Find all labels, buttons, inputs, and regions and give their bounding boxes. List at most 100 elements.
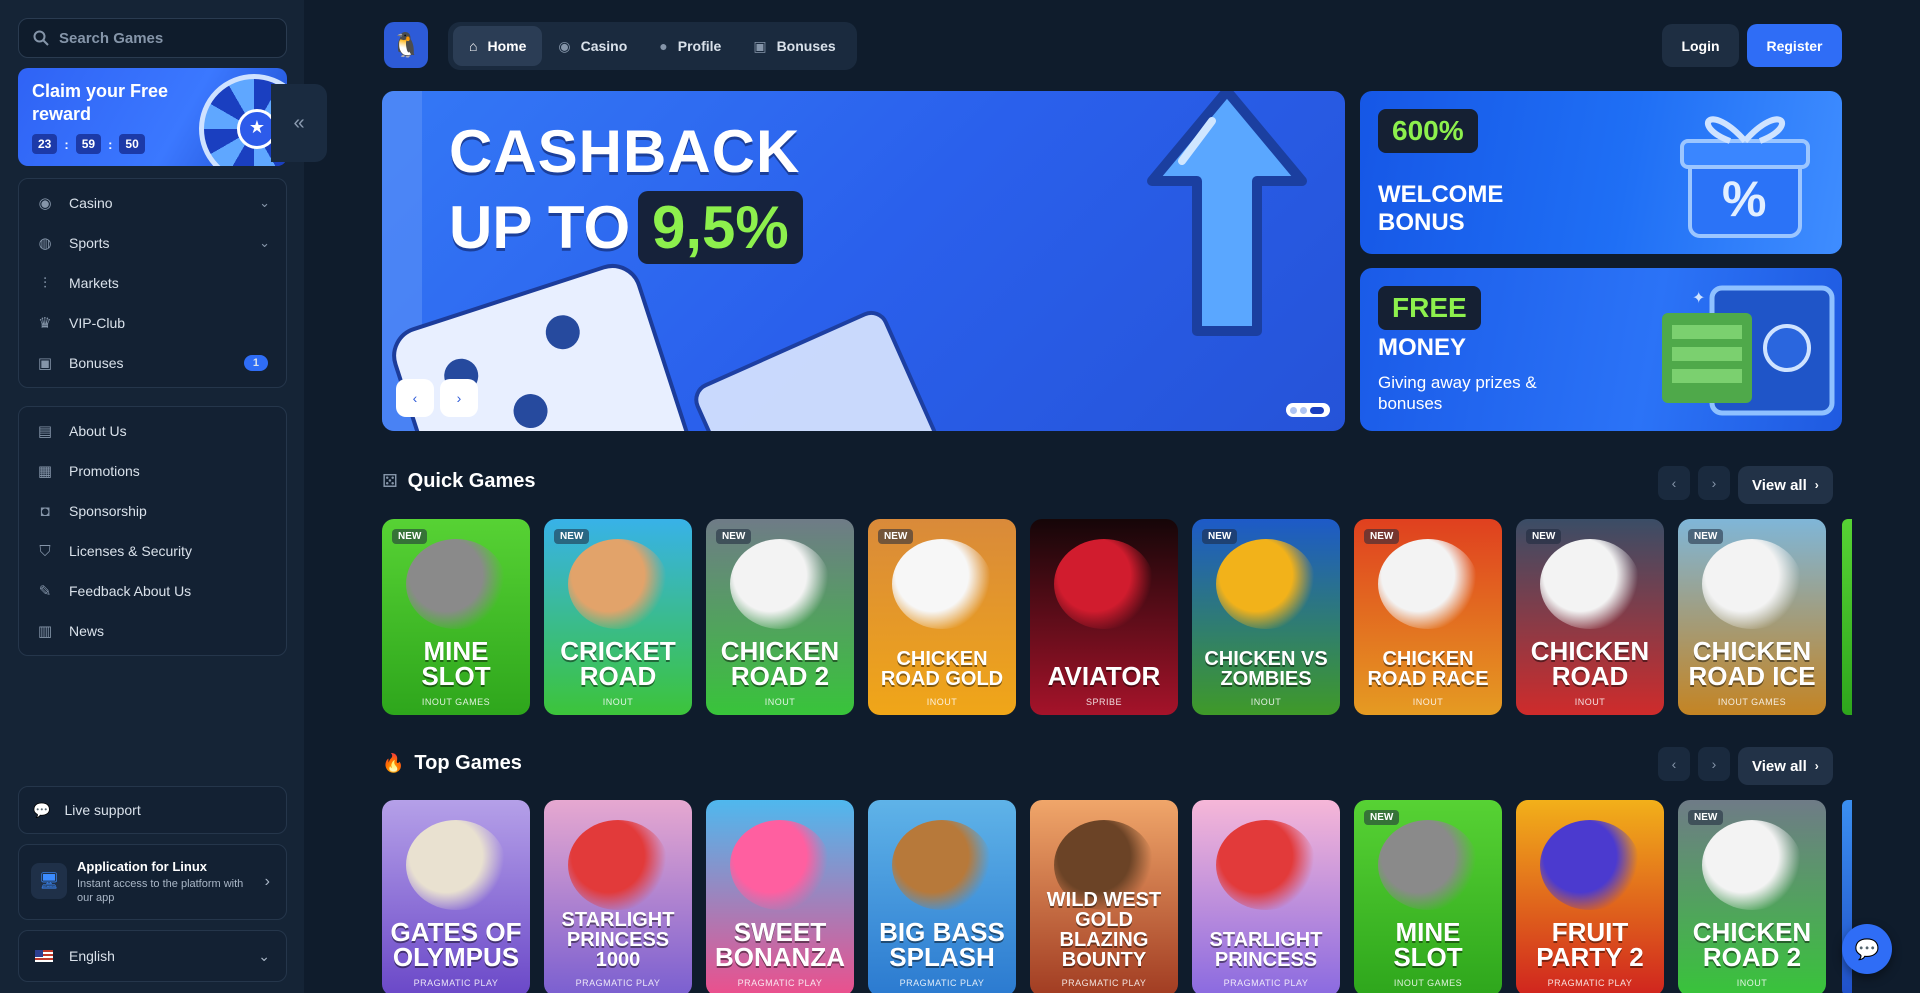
game-card[interactable]: BIG BASS SPLASH PRAGMATIC PLAY [868,800,1016,993]
game-card[interactable]: STARLIGHT PRINCESS 1000 PRAGMATIC PLAY [544,800,692,993]
carousel-prev-button[interactable]: ‹ [396,379,434,417]
game-card[interactable]: NEW CHICKEN ROAD 2 INOUT [1678,800,1826,993]
carousel-dot[interactable] [1290,406,1297,414]
timer-minutes: 59 [75,134,102,154]
promotions-icon: ▦ [37,463,53,480]
carousel-dot-active[interactable] [1310,406,1324,414]
new-badge: NEW [1364,810,1400,825]
game-provider: INOUT [602,697,634,707]
sidebar-item-casino[interactable]: ◉ Casino ⌄ [19,183,286,223]
game-artwork [892,820,992,910]
sidebar-item-label: Casino [69,195,113,211]
quick-games-prev-button[interactable]: ‹ [1658,466,1690,500]
carousel-dots[interactable] [1286,403,1330,417]
welcome-bonus-banner[interactable]: 600% WELCOME BONUS % [1360,91,1842,254]
language-selector[interactable]: English ⌄ [18,930,287,982]
new-badge: NEW [1364,529,1400,544]
carousel-next-button[interactable]: › [440,379,478,417]
live-support-button[interactable]: 💬 Live support [18,786,287,834]
sidebar-item-vip-club[interactable]: ♛ VIP-Club [19,303,286,343]
collapse-sidebar-button[interactable]: « [271,84,327,162]
top-games-next-button[interactable]: › [1698,747,1730,781]
game-title: CHICKEN ROAD 2 [720,636,840,691]
tab-profile[interactable]: ● Profile [643,26,737,66]
game-title: GATES OF OLYMPUS [390,917,522,972]
top-games-prev-button[interactable]: ‹ [1658,747,1690,781]
game-artwork [406,539,506,629]
quick-games-view-all-button[interactable]: View all › [1738,466,1833,504]
casino-icon: ◉ [38,195,52,212]
site-logo[interactable]: 🐧 [384,22,428,68]
sidebar-item-promotions[interactable]: ▦ Promotions [19,451,286,491]
chevron-right-icon: › [456,390,462,406]
game-card[interactable]: SWEET BONANZA PRAGMATIC PLAY [706,800,854,993]
tab-bonuses[interactable]: ▣ Bonuses [737,26,851,66]
search-input[interactable] [59,29,279,47]
us-flag-icon [35,950,53,962]
game-title: CHICKEN ROAD ICE [1688,636,1816,691]
shield-icon: ⛉ [39,542,51,560]
free-money-banner[interactable]: FREE MONEY Giving away prizes & bonuses … [1360,268,1842,431]
game-card[interactable]: GATES OF OLYMPUS PRAGMATIC PLAY [382,800,530,993]
sidebar-item-sponsorship[interactable]: ◘ Sponsorship [19,491,286,531]
tab-home[interactable]: ⌂ Home [453,26,543,66]
game-card[interactable]: NEW CHICKEN ROAD INOUT [1516,519,1664,715]
game-card[interactable]: FRUIT PARTY 2 PRAGMATIC PLAY [1516,800,1664,993]
chevron-right-icon: › [1711,756,1717,772]
game-card[interactable]: NEW CHICKEN ROAD ICE INOUT GAMES [1678,519,1826,715]
sidebar-item-licenses[interactable]: ⛉ Licenses & Security [19,531,286,571]
chevron-left-icon: ‹ [1671,756,1677,772]
game-title: AVIATOR [1047,661,1161,691]
sidebar-item-about-us[interactable]: ▤ About Us [19,411,286,451]
top-games-view-all-button[interactable]: View all › [1738,747,1833,785]
chevron-right-icon: › [1814,759,1819,773]
new-badge: NEW [554,529,590,544]
game-card[interactable]: AVIATOR SPRIBE [1030,519,1178,715]
timer-seconds: 50 [119,134,145,154]
new-badge: NEW [1526,529,1562,544]
chevron-left-icon: ‹ [412,390,418,406]
gift-icon: ▣ [753,37,767,54]
chat-widget-button[interactable]: 💬 [1842,924,1892,974]
game-title: CHICKEN ROAD GOLD [880,648,1004,690]
free-reward-banner[interactable]: Claim your Free reward 23: 59: 50 [18,68,287,166]
quick-games-row: NEW MINE SLOT INOUT GAMES NEW CRICKET ROAD IN… [382,519,1826,715]
double-chevron-left-icon: « [293,111,305,134]
sidebar-item-markets[interactable]: ⫶ Markets [19,263,286,303]
login-button[interactable]: Login [1662,24,1739,67]
linux-app-promo[interactable]: 🖥 Application for Linux Instant access t… [18,844,287,920]
section-title: Quick Games [407,470,536,492]
game-title: WILD WEST GOLD BLAZING BOUNTY [1046,889,1162,971]
chevron-right-icon: › [1711,475,1717,491]
game-title: STARLIGHT PRINCESS [1209,929,1323,971]
game-card[interactable]: NEW MINE SLOT INOUT GAMES [382,519,530,715]
book-icon: ▤ [37,423,53,440]
register-button[interactable]: Register [1747,24,1842,67]
game-provider: PRAGMATIC PLAY [737,978,823,988]
quick-games-next-button[interactable]: › [1698,466,1730,500]
sidebar-item-news[interactable]: ▥ News [19,611,286,651]
game-card[interactable]: NEW MINE SLOT INOUT GAMES [1354,800,1502,993]
game-card[interactable]: NEW CHICKEN ROAD GOLD INOUT [868,519,1016,715]
cashback-hero-banner[interactable]: CASHBACK UP TO 9,5% ‹ › [382,91,1345,431]
sidebar-item-sports[interactable]: ◍ Sports ⌄ [19,223,286,263]
game-card[interactable]: NEW CHICKEN ROAD RACE INOUT [1354,519,1502,715]
game-card[interactable]: WILD WEST GOLD BLAZING BOUNTY PRAGMATIC P… [1030,800,1178,993]
tab-casino[interactable]: ◉ Casino [542,26,643,66]
sidebar-item-bonuses[interactable]: ▣ Bonuses 1 [19,343,286,383]
search-box[interactable] [18,18,287,58]
game-card[interactable]: NEW CHICKEN VS ZOMBIES INOUT [1192,519,1340,715]
sidebar-item-feedback[interactable]: ✎ Feedback About Us [19,571,286,611]
section-title: Top Games [414,752,522,774]
sidebar-item-label: About Us [69,423,127,439]
game-card[interactable]: STARLIGHT PRINCESS PRAGMATIC PLAY [1192,800,1340,993]
game-provider: PRAGMATIC PLAY [1547,978,1633,988]
game-artwork [1216,820,1316,910]
hero-line-1: CASHBACK [449,118,801,185]
game-card[interactable]: NEW CHICKEN ROAD 2 INOUT [706,519,854,715]
hero-line-2: UP TO [449,194,631,261]
game-card[interactable]: NEW CRICKET ROAD INOUT [544,519,692,715]
game-provider: INOUT [1250,697,1282,707]
carousel-dot[interactable] [1300,406,1307,414]
sidebar-item-label: Feedback About Us [69,583,192,599]
